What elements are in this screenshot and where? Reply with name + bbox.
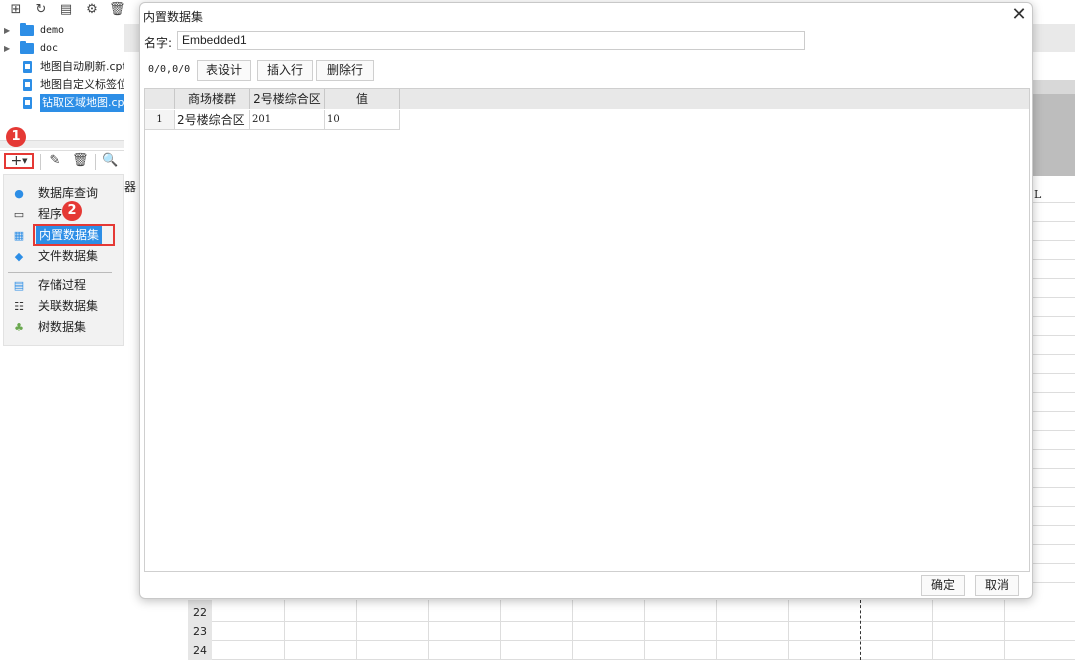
- dialog-title: 内置数据集: [143, 10, 204, 24]
- highlight-box: [33, 224, 115, 246]
- menu-item-label: 文件数据集: [38, 249, 99, 263]
- grid-line: [500, 600, 501, 660]
- tree-item-file[interactable]: 地图自动刷新.cpt: [0, 58, 138, 76]
- menu-divider: [8, 272, 112, 273]
- settings-icon[interactable]: ⚙: [84, 2, 100, 18]
- table-header: 商场楼群 2号楼综合区 值: [145, 89, 1029, 109]
- step-badge-1: 1: [6, 127, 26, 147]
- grid-line: [932, 600, 933, 660]
- table-design-button[interactable]: 表设计: [197, 60, 251, 81]
- new-dataset-menu: ● 数据库查询 ▭ 程序 ▦ 内置数据集 ◆ 文件数据集 ▤ 存储过程 ☷ 关联…: [3, 174, 124, 346]
- folder-icon: [20, 23, 34, 36]
- row-number: 24: [193, 644, 207, 657]
- expand-arrow-icon[interactable]: ▶: [4, 40, 10, 58]
- insert-row-button[interactable]: 插入行: [257, 60, 313, 81]
- table-cell[interactable]: 2号楼综合区: [175, 110, 250, 130]
- toolbar-divider: [95, 154, 96, 170]
- new-file-icon[interactable]: ⊞: [8, 2, 24, 18]
- close-icon[interactable]: ✕: [1010, 6, 1028, 24]
- column-header[interactable]: 商场楼群: [175, 89, 250, 109]
- report-file-icon: [23, 61, 32, 73]
- tree-item-doc[interactable]: ▶ doc: [0, 40, 138, 58]
- menu-item-label: 数据库查询: [38, 186, 99, 200]
- name-input[interactable]: Embedded1: [177, 31, 805, 50]
- row-number: 23: [193, 625, 207, 638]
- menu-item-label: 关联数据集: [38, 299, 99, 313]
- tree-icon: ♣: [14, 321, 24, 334]
- column-header[interactable]: 值: [325, 89, 400, 109]
- ok-button[interactable]: 确定: [921, 575, 965, 596]
- row-index: 1: [145, 110, 175, 130]
- grid-line: [356, 600, 357, 660]
- tree-item-label: 钻取区域地图.cpt: [40, 94, 131, 112]
- report-file-icon: [23, 79, 32, 91]
- database-icon: ●: [14, 187, 24, 200]
- cancel-button[interactable]: 取消: [975, 575, 1019, 596]
- step-badge-2: 2: [62, 201, 82, 221]
- procedure-icon: ▤: [13, 279, 25, 292]
- refresh-icon[interactable]: ↻: [33, 2, 49, 18]
- embedded-dataset-dialog: 内置数据集 ✕ 名字: Embedded1 0/0,0/0 表设计 插入行 删除…: [139, 2, 1033, 599]
- menu-item-relation[interactable]: ☷ 关联数据集: [10, 297, 122, 316]
- menu-item-label: 存储过程: [38, 278, 87, 292]
- toolbar-divider: [40, 154, 41, 170]
- row-number: 22: [193, 606, 207, 619]
- table-cell[interactable]: 10: [325, 110, 400, 130]
- dataset-toolbar: +▼ ✎ 🗑 🔍 ▤: [0, 150, 138, 172]
- chevron-down-icon: ▼: [22, 157, 28, 165]
- tree-item-file[interactable]: 地图自定义标签位置: [0, 76, 138, 94]
- data-table: 商场楼群 2号楼综合区 值 1 2号楼综合区 201 10: [144, 88, 1030, 572]
- grid-line: [788, 600, 789, 660]
- grid-line: [644, 600, 645, 660]
- menu-item-tree[interactable]: ♣ 树数据集: [10, 318, 122, 337]
- expand-arrow-icon[interactable]: ▶: [4, 22, 10, 40]
- left-panel: ⊞ ↻ ▤ ⚙ 🗑 ▶ demo ▶ doc 地图自动刷新.cpt 地图自定义标…: [0, 0, 138, 660]
- embedded-table-icon: ▦: [13, 229, 25, 242]
- tree-item-file-selected[interactable]: 钻取区域地图.cpt: [0, 94, 138, 112]
- grid-line: [716, 600, 717, 660]
- column-header[interactable]: 2号楼综合区: [250, 89, 325, 109]
- tree-item-label: demo: [40, 25, 65, 36]
- grid-line: [428, 600, 429, 660]
- report-file-icon: [23, 97, 32, 109]
- column-header-l: L: [1034, 188, 1042, 201]
- tree-item-demo[interactable]: ▶ demo: [0, 22, 138, 40]
- open-icon[interactable]: ▤: [58, 2, 74, 18]
- file-tag-icon: ◆: [14, 250, 24, 263]
- add-dataset-button[interactable]: +▼: [4, 153, 34, 169]
- menu-item-db-query[interactable]: ● 数据库查询: [10, 184, 122, 203]
- page-break-line: [860, 600, 861, 660]
- delete-icon[interactable]: 🗑: [72, 153, 89, 169]
- delete-row-button[interactable]: 删除行: [316, 60, 374, 81]
- partial-label: 器: [124, 180, 137, 194]
- cell-position-label: 0/0,0/0: [148, 64, 191, 75]
- relation-icon: ☷: [14, 300, 24, 313]
- menu-item-procedure[interactable]: ▤ 存储过程: [10, 276, 122, 295]
- menu-item-label: 树数据集: [38, 320, 87, 334]
- grid-line: [1004, 600, 1005, 660]
- tree-item-label: doc: [40, 43, 59, 54]
- edit-icon[interactable]: ✎: [47, 153, 63, 169]
- header-corner: [145, 89, 175, 109]
- tree-item-label: 地图自动刷新.cpt: [40, 60, 127, 73]
- monitor-icon: ▭: [13, 208, 25, 221]
- grid-line: [284, 600, 285, 660]
- menu-item-label: 程序: [38, 207, 63, 221]
- table-cell[interactable]: 201: [250, 110, 325, 130]
- template-toolbar: ⊞ ↻ ▤ ⚙ 🗑: [0, 0, 138, 20]
- folder-icon: [20, 41, 34, 54]
- grid-line: [572, 600, 573, 660]
- delete-icon[interactable]: 🗑: [109, 2, 126, 18]
- preview-icon[interactable]: 🔍: [102, 153, 118, 169]
- name-label: 名字:: [144, 36, 173, 50]
- menu-item-file-dataset[interactable]: ◆ 文件数据集: [10, 247, 122, 266]
